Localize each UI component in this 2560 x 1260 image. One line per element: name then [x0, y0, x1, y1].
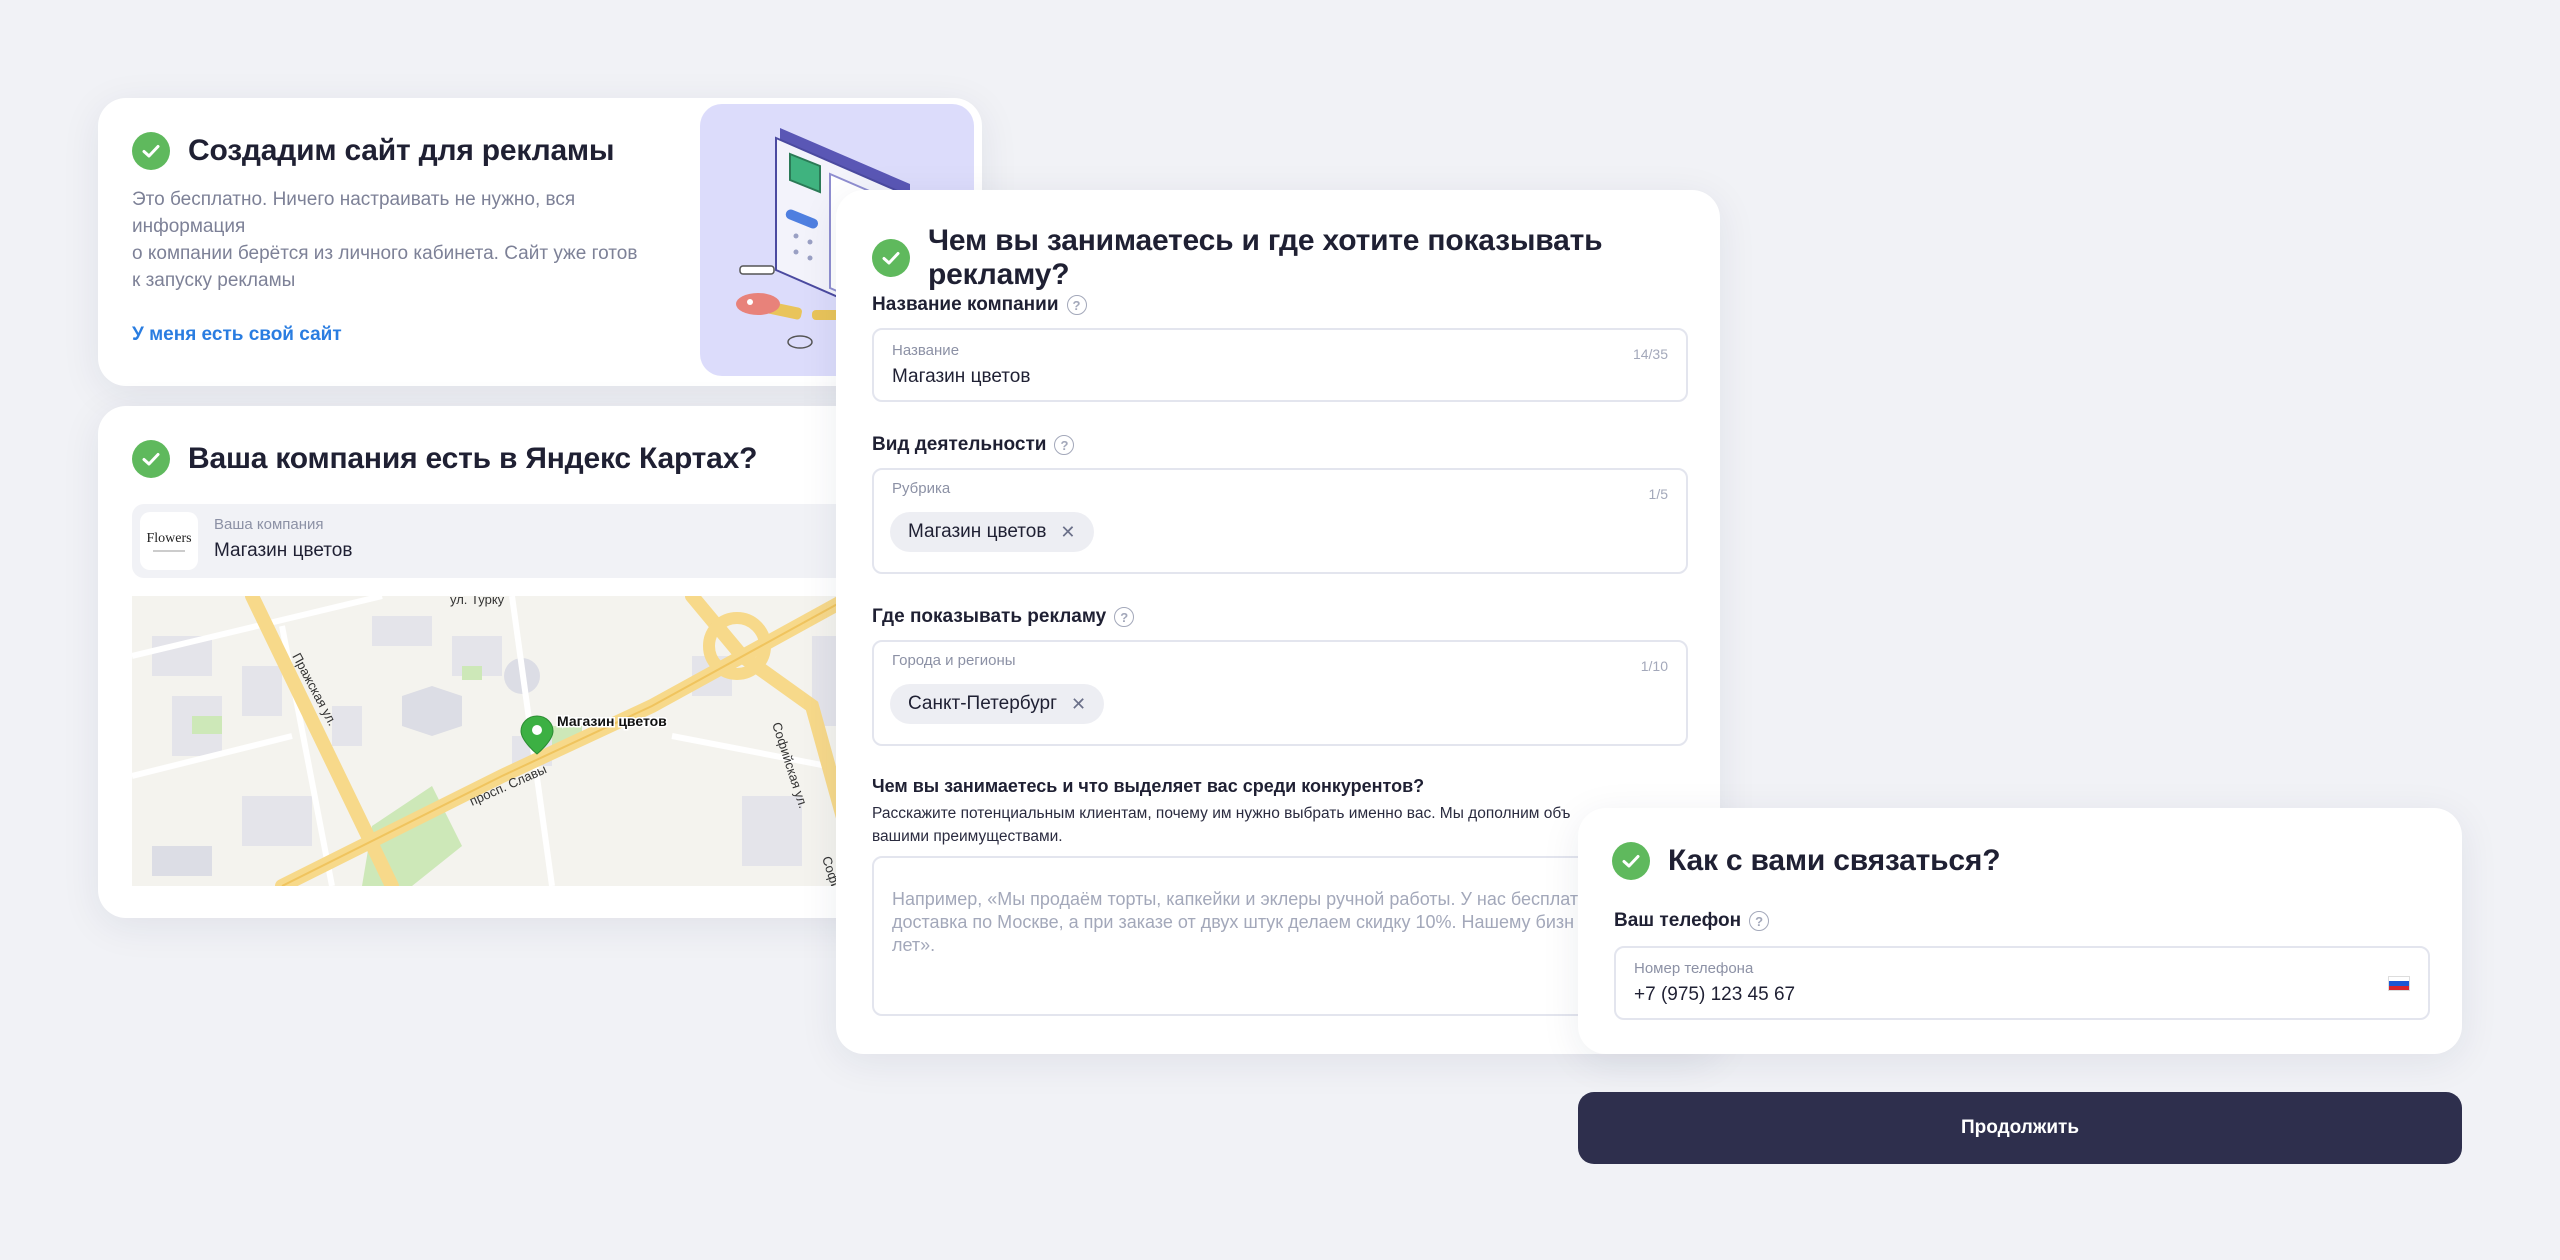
help-icon[interactable]: ? — [1054, 435, 1075, 455]
site-card-title: Создадим сайт для рекламы — [188, 134, 615, 167]
check-icon — [132, 132, 170, 170]
item-counter: 1/10 — [1640, 658, 1668, 674]
company-name-label: Название компании ? — [872, 294, 1087, 316]
item-counter: 1/5 — [1648, 486, 1668, 502]
region-chip[interactable]: Санкт-Петербург ✕ — [890, 684, 1105, 724]
description-line: Это бесплатно. Ничего настраивать не нуж… — [132, 189, 576, 237]
check-icon — [132, 440, 170, 478]
contact-card-title: Как с вами связаться? — [1668, 844, 2001, 877]
help-icon[interactable]: ? — [1749, 911, 1770, 931]
label-text: Где показывать рекламу — [872, 606, 1107, 627]
hint-line: вашими преимуществами. — [872, 828, 1063, 845]
regions-label: Где показывать рекламу ? — [872, 606, 1135, 628]
about-hint: Расскажите потенциальным клиентам, почем… — [872, 802, 1570, 848]
map-pin-label: Магазин цветов — [557, 713, 667, 729]
phone-input[interactable]: +7 (975) 123 45 67 — [1634, 984, 1795, 1006]
maps-card-title: Ваша компания есть в Яндекс Картах? — [188, 442, 758, 475]
activity-field[interactable]: Рубрика 1/5 Магазин цветов ✕ — [872, 468, 1688, 574]
label-text: Название компании — [872, 294, 1059, 315]
hint-line: Расскажите потенциальным клиентам, почем… — [872, 805, 1571, 822]
activity-chip[interactable]: Магазин цветов ✕ — [890, 512, 1094, 552]
chip-label: Санкт-Петербург — [908, 693, 1058, 714]
placeholder-line: Например, «Мы продаём торты, капкейки и … — [892, 889, 1579, 909]
continue-button[interactable]: Продолжить — [1578, 1092, 2462, 1164]
remove-chip-icon[interactable]: ✕ — [1060, 522, 1075, 543]
char-counter: 14/35 — [1632, 346, 1668, 362]
company-name-field[interactable]: Название Магазин цветов 14/35 — [872, 328, 1688, 402]
company-caption: Ваша компания — [214, 516, 324, 533]
label-text: Вид деятельности — [872, 434, 1047, 455]
field-caption: Рубрика — [892, 480, 951, 497]
field-caption: Номер телефона — [1634, 960, 1754, 977]
company-name-input[interactable]: Магазин цветов — [892, 366, 1030, 388]
site-card-description: Это бесплатно. Ничего настраивать не нуж… — [132, 186, 692, 294]
field-caption: Название — [892, 342, 960, 359]
description-line: к запуску рекламы — [132, 270, 296, 291]
company-name: Магазин цветов — [214, 540, 353, 561]
logo-text: Flowers — [146, 530, 192, 546]
remove-chip-icon[interactable]: ✕ — [1071, 694, 1086, 715]
field-caption: Города и регионы — [892, 652, 1016, 669]
check-icon — [872, 239, 910, 277]
activity-label: Вид деятельности ? — [872, 434, 1075, 456]
contact-card: Как с вами связаться? Ваш телефон ? Номе… — [1578, 808, 2462, 1054]
chip-label: Магазин цветов — [908, 521, 1047, 542]
about-placeholder: Например, «Мы продаём торты, капкейки и … — [892, 888, 1578, 957]
company-logo: Flowers — [140, 512, 198, 570]
russia-flag-icon[interactable] — [2388, 976, 2410, 991]
description-line: о компании берётся из личного кабинета. … — [132, 243, 638, 264]
placeholder-line: доставка по Москве, а при заказе от двух… — [892, 912, 1575, 932]
regions-field[interactable]: Города и регионы 1/10 Санкт-Петербург ✕ — [872, 640, 1688, 746]
about-label: Чем вы занимаетесь и что выделяет вас ср… — [872, 776, 1425, 796]
activity-card-title: Чем вы занимаетесь и где хотите показыва… — [928, 224, 1603, 291]
label-text: Ваш телефон — [1614, 910, 1742, 931]
check-icon — [1612, 842, 1650, 880]
street-label: ул. Турку — [450, 596, 505, 607]
phone-field[interactable]: Номер телефона +7 (975) 123 45 67 — [1614, 946, 2430, 1020]
about-textarea[interactable]: Например, «Мы продаём торты, капкейки и … — [872, 856, 1688, 1016]
own-site-link[interactable]: У меня есть свой сайт — [132, 324, 342, 346]
help-icon[interactable]: ? — [1066, 295, 1087, 315]
placeholder-line: лет». — [892, 935, 936, 955]
help-icon[interactable]: ? — [1114, 607, 1135, 627]
phone-label: Ваш телефон ? — [1614, 910, 1770, 932]
